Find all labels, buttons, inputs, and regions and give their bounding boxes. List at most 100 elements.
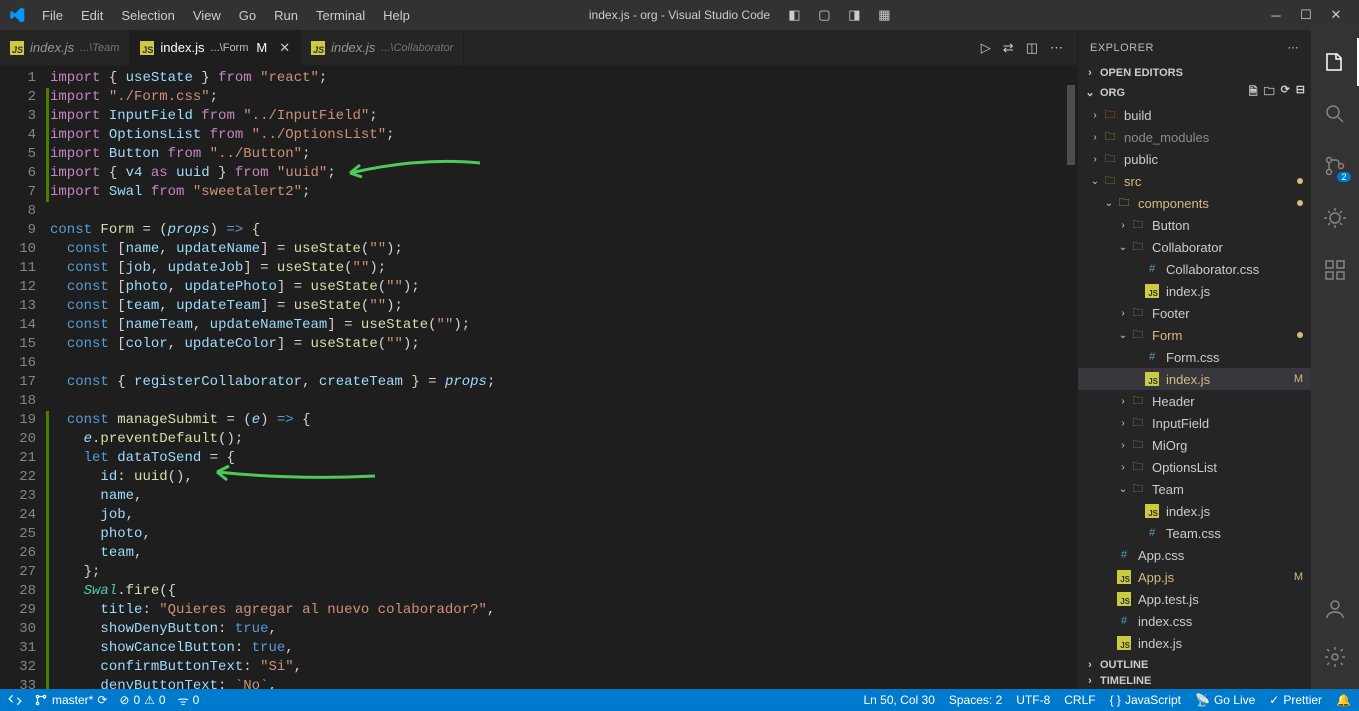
tree-file[interactable]: #Form.css	[1078, 346, 1311, 368]
menu-edit[interactable]: Edit	[73, 4, 111, 27]
tree-file[interactable]: JSApp.jsM	[1078, 566, 1311, 588]
more-actions-icon[interactable]: ⋯	[1050, 40, 1063, 56]
menu-file[interactable]: File	[34, 4, 71, 27]
tree-folder[interactable]: ›🗀OptionsList	[1078, 456, 1311, 478]
notifications-icon[interactable]: 🔔	[1336, 693, 1351, 707]
code-line[interactable]: team,	[50, 544, 1077, 563]
tree-file[interactable]: #Team.css	[1078, 522, 1311, 544]
code-line[interactable]: id: uuid(),	[50, 468, 1077, 487]
code-line[interactable]: const Form = (props) => {	[50, 221, 1077, 240]
cursor-position[interactable]: Ln 50, Col 30	[863, 693, 934, 707]
minimize-icon[interactable]: ─	[1261, 0, 1291, 30]
close-tab-icon[interactable]: ✕	[279, 40, 290, 56]
activity-debug-icon[interactable]	[1311, 194, 1359, 242]
code-line[interactable]: name,	[50, 487, 1077, 506]
toggle-panel-right-icon[interactable]: ◨	[839, 0, 869, 30]
code-line[interactable]: import Swal from "sweetalert2";	[50, 183, 1077, 202]
tree-file[interactable]: JSindex.js	[1078, 280, 1311, 302]
code-line[interactable]: const manageSubmit = (e) => {	[50, 411, 1077, 430]
code-line[interactable]: const [color, updateColor] = useState(""…	[50, 335, 1077, 354]
tree-file[interactable]: JSindex.jsM	[1078, 368, 1311, 390]
indentation[interactable]: Spaces: 2	[949, 693, 1002, 707]
settings-gear-icon[interactable]	[1311, 633, 1359, 681]
code-line[interactable]: title: "Quieres agregar al nuevo colabor…	[50, 601, 1077, 620]
code-line[interactable]: import Button from "../Button";	[50, 145, 1077, 164]
code-line[interactable]: const { registerCollaborator, createTeam…	[50, 373, 1077, 392]
open-editors-section[interactable]: › OPEN EDITORS	[1078, 65, 1311, 81]
code-line[interactable]	[50, 202, 1077, 221]
tree-folder[interactable]: ›🗀Header	[1078, 390, 1311, 412]
tree-file[interactable]: #Collaborator.css	[1078, 258, 1311, 280]
code-line[interactable]: const [team, updateTeam] = useState("");	[50, 297, 1077, 316]
problems[interactable]: ⊘0 ⚠0	[119, 693, 165, 707]
menu-selection[interactable]: Selection	[113, 4, 182, 27]
tree-folder[interactable]: ⌄🗀Collaborator	[1078, 236, 1311, 258]
new-folder-icon[interactable]: 🗀	[1264, 83, 1275, 102]
close-window-icon[interactable]: ✕	[1321, 0, 1351, 30]
encoding[interactable]: UTF-8	[1016, 693, 1050, 707]
menu-view[interactable]: View	[185, 4, 229, 27]
language-mode[interactable]: { } JavaScript	[1110, 693, 1181, 707]
maximize-icon[interactable]: ☐	[1291, 0, 1321, 30]
code-line[interactable]: import OptionsList from "../OptionsList"…	[50, 126, 1077, 145]
code-line[interactable]: e.preventDefault();	[50, 430, 1077, 449]
folder-section[interactable]: ⌄ ORG 🗎 🗀 ⟳ ⊟	[1078, 81, 1311, 104]
code-line[interactable]: confirmButtonText: "Si",	[50, 658, 1077, 677]
tree-file[interactable]: JSApp.test.js	[1078, 588, 1311, 610]
tab-file[interactable]: JS index.js ...\Form M ✕	[130, 30, 301, 65]
tree-folder[interactable]: ›🗀build	[1078, 104, 1311, 126]
code-line[interactable]: photo,	[50, 525, 1077, 544]
tree-folder[interactable]: ›🗀Footer	[1078, 302, 1311, 324]
tree-folder[interactable]: ›🗀MiOrg	[1078, 434, 1311, 456]
tree-folder[interactable]: ›🗀public	[1078, 148, 1311, 170]
run-icon[interactable]: ▷	[981, 40, 991, 56]
accounts-icon[interactable]	[1311, 585, 1359, 633]
prettier-status[interactable]: ✓ Prettier	[1269, 693, 1322, 707]
code-line[interactable]: denyButtonText: `No`,	[50, 677, 1077, 689]
editor[interactable]: 1234567891011121314151617181920212223242…	[0, 65, 1077, 689]
code-line[interactable]	[50, 392, 1077, 411]
tab-file[interactable]: JS index.js ...\Collaborator	[301, 30, 464, 65]
code-line[interactable]: const [nameTeam, updateNameTeam] = useSt…	[50, 316, 1077, 335]
code-line[interactable]	[50, 354, 1077, 373]
code-line[interactable]: };	[50, 563, 1077, 582]
menu-go[interactable]: Go	[231, 4, 264, 27]
tree-folder[interactable]: ›🗀InputField	[1078, 412, 1311, 434]
code-line[interactable]: import InputField from "../InputField";	[50, 107, 1077, 126]
menu-help[interactable]: Help	[375, 4, 418, 27]
menu-terminal[interactable]: Terminal	[308, 4, 373, 27]
customize-layout-icon[interactable]: ▦	[869, 0, 899, 30]
compare-changes-icon[interactable]: ⇄	[1003, 40, 1014, 56]
code-line[interactable]: const [name, updateName] = useState("");	[50, 240, 1077, 259]
tree-folder[interactable]: ›🗀Button	[1078, 214, 1311, 236]
outline-section[interactable]: › OUTLINE	[1078, 657, 1311, 673]
code-line[interactable]: let dataToSend = {	[50, 449, 1077, 468]
toggle-panel-bottom-icon[interactable]: ▢	[809, 0, 839, 30]
code-line[interactable]: showDenyButton: true,	[50, 620, 1077, 639]
tree-folder[interactable]: ⌄🗀Team	[1078, 478, 1311, 500]
eol[interactable]: CRLF	[1064, 693, 1095, 707]
tree-folder[interactable]: ⌄🗀components	[1078, 192, 1311, 214]
code-line[interactable]: import { useState } from "react";	[50, 69, 1077, 88]
git-branch[interactable]: master* ⟳	[34, 693, 107, 707]
timeline-section[interactable]: › TIMELINE	[1078, 673, 1311, 689]
toggle-panel-left-icon[interactable]: ◧	[779, 0, 809, 30]
tree-folder[interactable]: ⌄🗀Form	[1078, 324, 1311, 346]
tree-file[interactable]: JSindex.js	[1078, 632, 1311, 654]
tree-file[interactable]: #App.css	[1078, 544, 1311, 566]
activity-explorer-icon[interactable]	[1311, 38, 1359, 86]
explorer-more-icon[interactable]: ⋯	[1288, 41, 1300, 54]
split-editor-icon[interactable]: ◫	[1026, 40, 1038, 56]
go-live[interactable]: 📡 Go Live	[1195, 693, 1255, 707]
code-line[interactable]: const [job, updateJob] = useState("");	[50, 259, 1077, 278]
tab-file[interactable]: JS index.js ...\Team	[0, 30, 130, 65]
tree-folder[interactable]: ›🗀node_modules	[1078, 126, 1311, 148]
code-line[interactable]: showCancelButton: true,	[50, 639, 1077, 658]
refresh-icon[interactable]: ⟳	[1281, 83, 1290, 102]
remote-indicator[interactable]	[8, 693, 22, 707]
code-line[interactable]: import "./Form.css";	[50, 88, 1077, 107]
activity-extensions-icon[interactable]	[1311, 246, 1359, 294]
tree-file[interactable]: #index.css	[1078, 610, 1311, 632]
new-file-icon[interactable]: 🗎	[1249, 83, 1258, 102]
code-line[interactable]: job,	[50, 506, 1077, 525]
